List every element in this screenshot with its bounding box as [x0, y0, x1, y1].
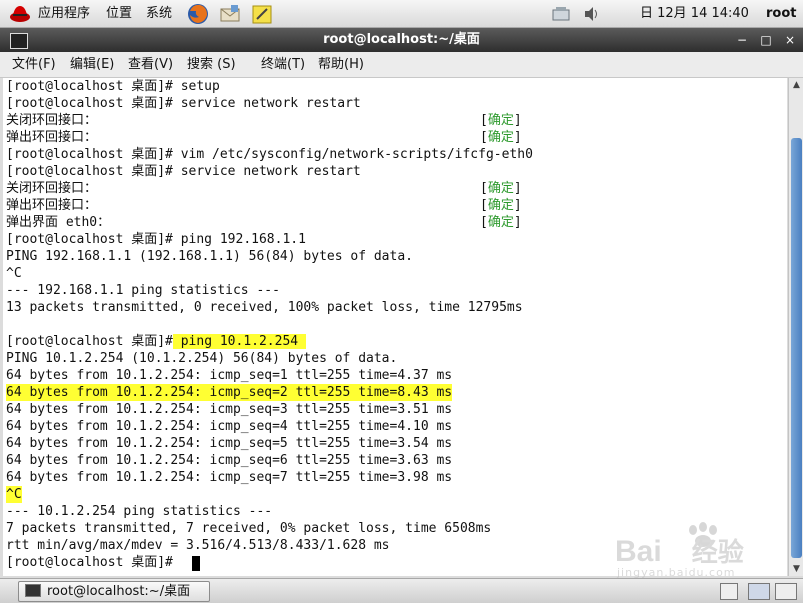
scroll-down-arrow-icon[interactable]: ▼ — [789, 562, 803, 576]
status-ok-text: 确定 — [487, 215, 514, 230]
terminal-line: 弹出环回接口： — [6, 130, 98, 145]
terminal-line: 关闭环回接口： — [6, 113, 98, 128]
terminal-line: [root@localhost 桌面]# vim /etc/sysconfig/… — [6, 147, 533, 162]
terminal-line: 64 bytes from 10.1.2.254: icmp_seq=6 ttl… — [6, 453, 453, 468]
network-status-icon[interactable] — [551, 5, 573, 23]
terminal-line: 64 bytes from 10.1.2.254: icmp_seq=5 ttl… — [6, 436, 453, 451]
notes-launcher-icon[interactable] — [251, 3, 273, 25]
bracket-close: ] — [513, 198, 522, 213]
system-menu[interactable]: 系统 — [146, 0, 172, 27]
menu-help[interactable]: 帮助(H) — [318, 52, 364, 77]
bracket-close: ] — [513, 113, 522, 128]
scroll-up-arrow-icon[interactable]: ▲ — [789, 78, 803, 92]
terminal-prompt-line: [root@localhost 桌面]# ping 10.1.2.254 — [6, 333, 306, 350]
minimize-button[interactable]: − — [733, 31, 751, 49]
terminal-line: 64 bytes from 10.1.2.254: icmp_seq=7 ttl… — [6, 470, 453, 485]
terminal-line: --- 192.168.1.1 ping statistics --- — [6, 283, 280, 298]
places-menu[interactable]: 位置 — [106, 0, 132, 27]
terminal-line: 13 packets transmitted, 0 received, 100%… — [6, 300, 523, 315]
terminal-line: PING 192.168.1.1 (192.168.1.1) 56(84) by… — [6, 249, 413, 264]
bracket-close: ] — [513, 181, 522, 196]
status-ok-1: [确定] — [480, 112, 522, 129]
menu-edit[interactable]: 编辑(E) — [70, 52, 114, 77]
scrollbar-thumb[interactable] — [791, 138, 802, 558]
terminal-line: [root@localhost 桌面]# service network res… — [6, 164, 361, 179]
bracket-open: [ — [480, 113, 488, 128]
status-ok-5: [确定] — [480, 214, 522, 231]
menu-view[interactable]: 查看(V) — [128, 52, 173, 77]
bracket-open: [ — [480, 198, 488, 213]
mail-launcher-icon[interactable] — [219, 3, 241, 25]
vertical-scrollbar[interactable]: ▲ ▼ — [788, 78, 803, 576]
applications-menu[interactable]: 应用程序 — [38, 0, 90, 27]
terminal-output[interactable]: [root@localhost 桌面]# setup [root@localho… — [3, 78, 787, 576]
menu-search[interactable]: 搜索 (S) — [187, 52, 236, 77]
redhat-logo-icon[interactable] — [9, 4, 31, 23]
terminal-line: PING 10.1.2.254 (10.1.2.254) 56(84) byte… — [6, 351, 398, 366]
clock[interactable]: 日 12月 14 14:40 — [640, 0, 749, 27]
status-ok-text: 确定 — [487, 130, 514, 145]
menu-file[interactable]: 文件(F) — [12, 52, 56, 77]
bracket-close: ] — [513, 130, 522, 145]
workspace-1-icon[interactable] — [748, 583, 770, 600]
bracket-close: ] — [513, 215, 522, 230]
terminal-line: [root@localhost 桌面]# service network res… — [6, 96, 361, 111]
terminal-line: [root@localhost 桌面]# setup — [6, 79, 220, 94]
status-ok-text: 确定 — [487, 181, 514, 196]
bottom-panel: root@localhost:~/桌面 — [0, 578, 803, 603]
prompt: [root@localhost 桌面]# — [6, 334, 173, 349]
maximize-button[interactable]: □ — [757, 31, 775, 49]
close-button[interactable]: × — [781, 31, 799, 49]
user-menu[interactable]: root — [766, 0, 797, 27]
terminal-line: 64 bytes from 10.1.2.254: icmp_seq=1 ttl… — [6, 368, 453, 383]
terminal-line: 弹出界面 eth0： — [6, 215, 111, 230]
highlighted-interrupt-line: ^C — [6, 486, 22, 503]
terminal-cursor — [192, 556, 200, 571]
show-desktop-icon[interactable] — [720, 583, 738, 600]
status-ok-text: 确定 — [487, 113, 514, 128]
bracket-open: [ — [480, 215, 488, 230]
bracket-open: [ — [480, 130, 488, 145]
taskbar-label: root@localhost:~/桌面 — [47, 584, 191, 599]
status-ok-text: 确定 — [487, 198, 514, 213]
menubar: 文件(F) 编辑(E) 查看(V) 搜索 (S) 终端(T) 帮助(H) — [0, 52, 803, 78]
window-title: root@localhost:~/桌面 — [323, 32, 480, 47]
terminal-line: 7 packets transmitted, 7 received, 0% pa… — [6, 521, 492, 536]
terminal-line: 64 bytes from 10.1.2.254: icmp_seq=4 ttl… — [6, 419, 453, 434]
terminal-line: [root@localhost 桌面]# ping 192.168.1.1 — [6, 232, 306, 247]
terminal-line: rtt min/avg/max/mdev = 3.516/4.513/8.433… — [6, 538, 390, 553]
taskbar-terminal-button[interactable]: root@localhost:~/桌面 — [18, 581, 210, 602]
highlighted-ping-command: ping 10.1.2.254 — [172, 334, 306, 349]
terminal-line: --- 10.1.2.254 ping statistics --- — [6, 504, 273, 519]
terminal-line: 关闭环回接口： — [6, 181, 98, 196]
terminal-line: ^C — [6, 266, 22, 281]
terminal-line: 弹出环回接口： — [6, 198, 98, 213]
window-titlebar[interactable]: root@localhost:~/桌面 − □ × — [0, 28, 803, 52]
status-ok-2: [确定] — [480, 129, 522, 146]
firefox-launcher-icon[interactable] — [187, 3, 209, 25]
terminal-line: 64 bytes from 10.1.2.254: icmp_seq=3 ttl… — [6, 402, 453, 417]
bracket-open: [ — [480, 181, 488, 196]
workspace-2-icon[interactable] — [775, 583, 797, 600]
terminal-line: [root@localhost 桌面]# — [6, 555, 173, 570]
status-ok-3: [确定] — [480, 180, 522, 197]
status-ok-4: [确定] — [480, 197, 522, 214]
top-panel: 应用程序 位置 系统 日 12月 14 14:40 root — [0, 0, 803, 28]
volume-icon[interactable] — [583, 5, 601, 23]
highlighted-reply-line: 64 bytes from 10.1.2.254: icmp_seq=2 ttl… — [6, 384, 453, 401]
terminal-task-icon — [25, 584, 41, 597]
menu-terminal[interactable]: 终端(T) — [261, 52, 305, 77]
